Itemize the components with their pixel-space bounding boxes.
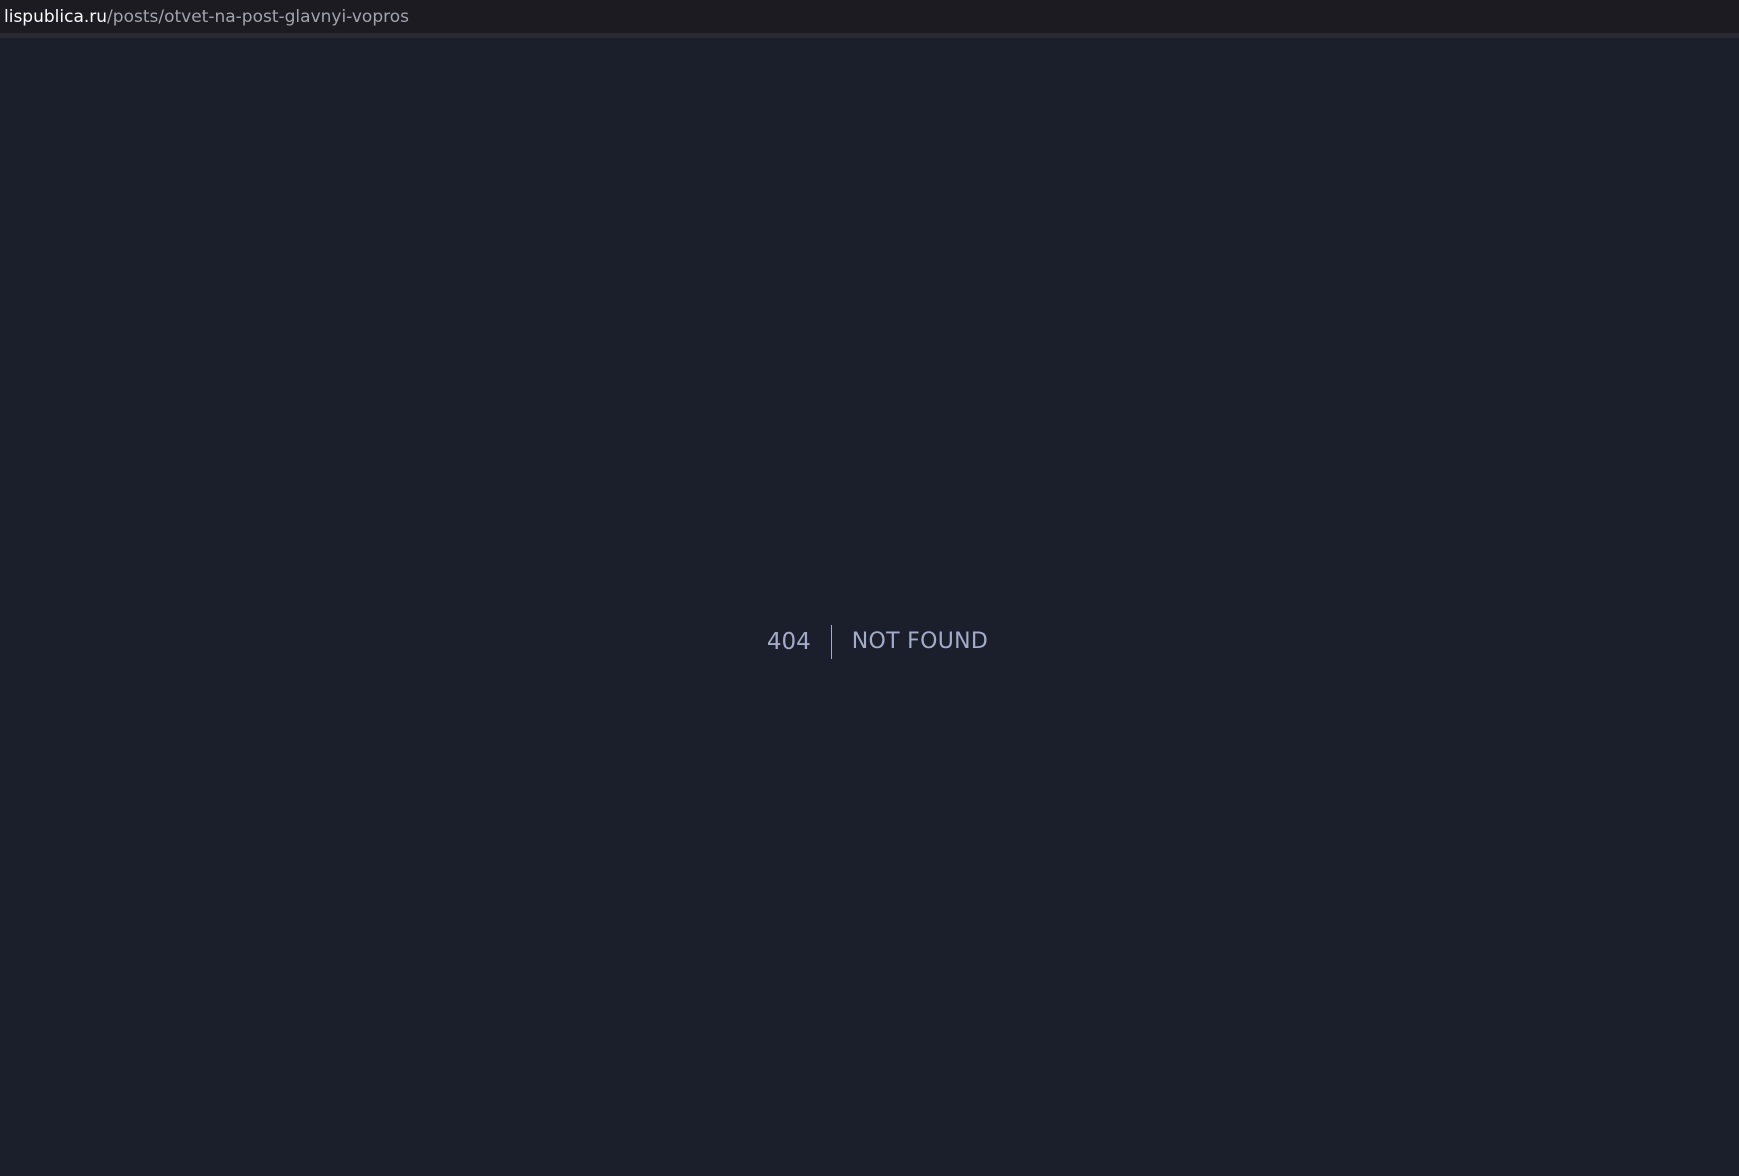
error-container: 404 NOT FOUND: [8, 625, 1739, 659]
error-message: NOT FOUND: [851, 629, 989, 654]
url-domain: lispublica.ru: [4, 6, 108, 27]
page-content: [0, 43, 1739, 1176]
error-code: 404: [767, 625, 832, 659]
url-path: /posts/otvet-na-post-glavnyi-vopros: [107, 6, 409, 27]
address-bar[interactable]: lispublica.ru/posts/otvet-na-post-glavny…: [0, 0, 1739, 38]
